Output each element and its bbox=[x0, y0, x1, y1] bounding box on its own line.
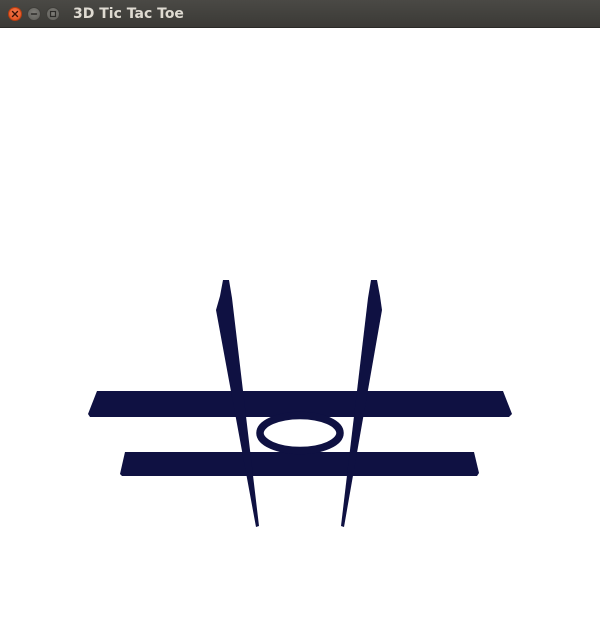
minimize-window-button[interactable] bbox=[27, 7, 41, 21]
app-window: 3D Tic Tac Toe bbox=[0, 0, 600, 628]
cell-1-2[interactable] bbox=[365, 418, 500, 452]
maximize-icon bbox=[49, 10, 57, 18]
cell-2-0[interactable] bbox=[110, 476, 245, 516]
cell-1-1[interactable] bbox=[240, 418, 360, 452]
maximize-window-button[interactable] bbox=[46, 7, 60, 21]
close-icon bbox=[11, 10, 19, 18]
cell-grid bbox=[100, 358, 500, 516]
close-window-button[interactable] bbox=[8, 7, 22, 21]
minimize-icon bbox=[30, 13, 38, 15]
cell-2-1[interactable] bbox=[255, 476, 345, 516]
title-bar[interactable]: 3D Tic Tac Toe bbox=[0, 0, 600, 28]
game-board[interactable] bbox=[0, 28, 600, 628]
cell-1-0[interactable] bbox=[100, 418, 235, 452]
cell-2-2[interactable] bbox=[350, 476, 485, 516]
game-viewport[interactable] bbox=[0, 28, 600, 628]
cell-0-0[interactable] bbox=[100, 358, 225, 391]
window-title: 3D Tic Tac Toe bbox=[73, 6, 184, 22]
board-bar-horizontal-front bbox=[120, 452, 479, 476]
cell-0-2[interactable] bbox=[375, 358, 500, 391]
cell-0-1[interactable] bbox=[235, 358, 365, 391]
